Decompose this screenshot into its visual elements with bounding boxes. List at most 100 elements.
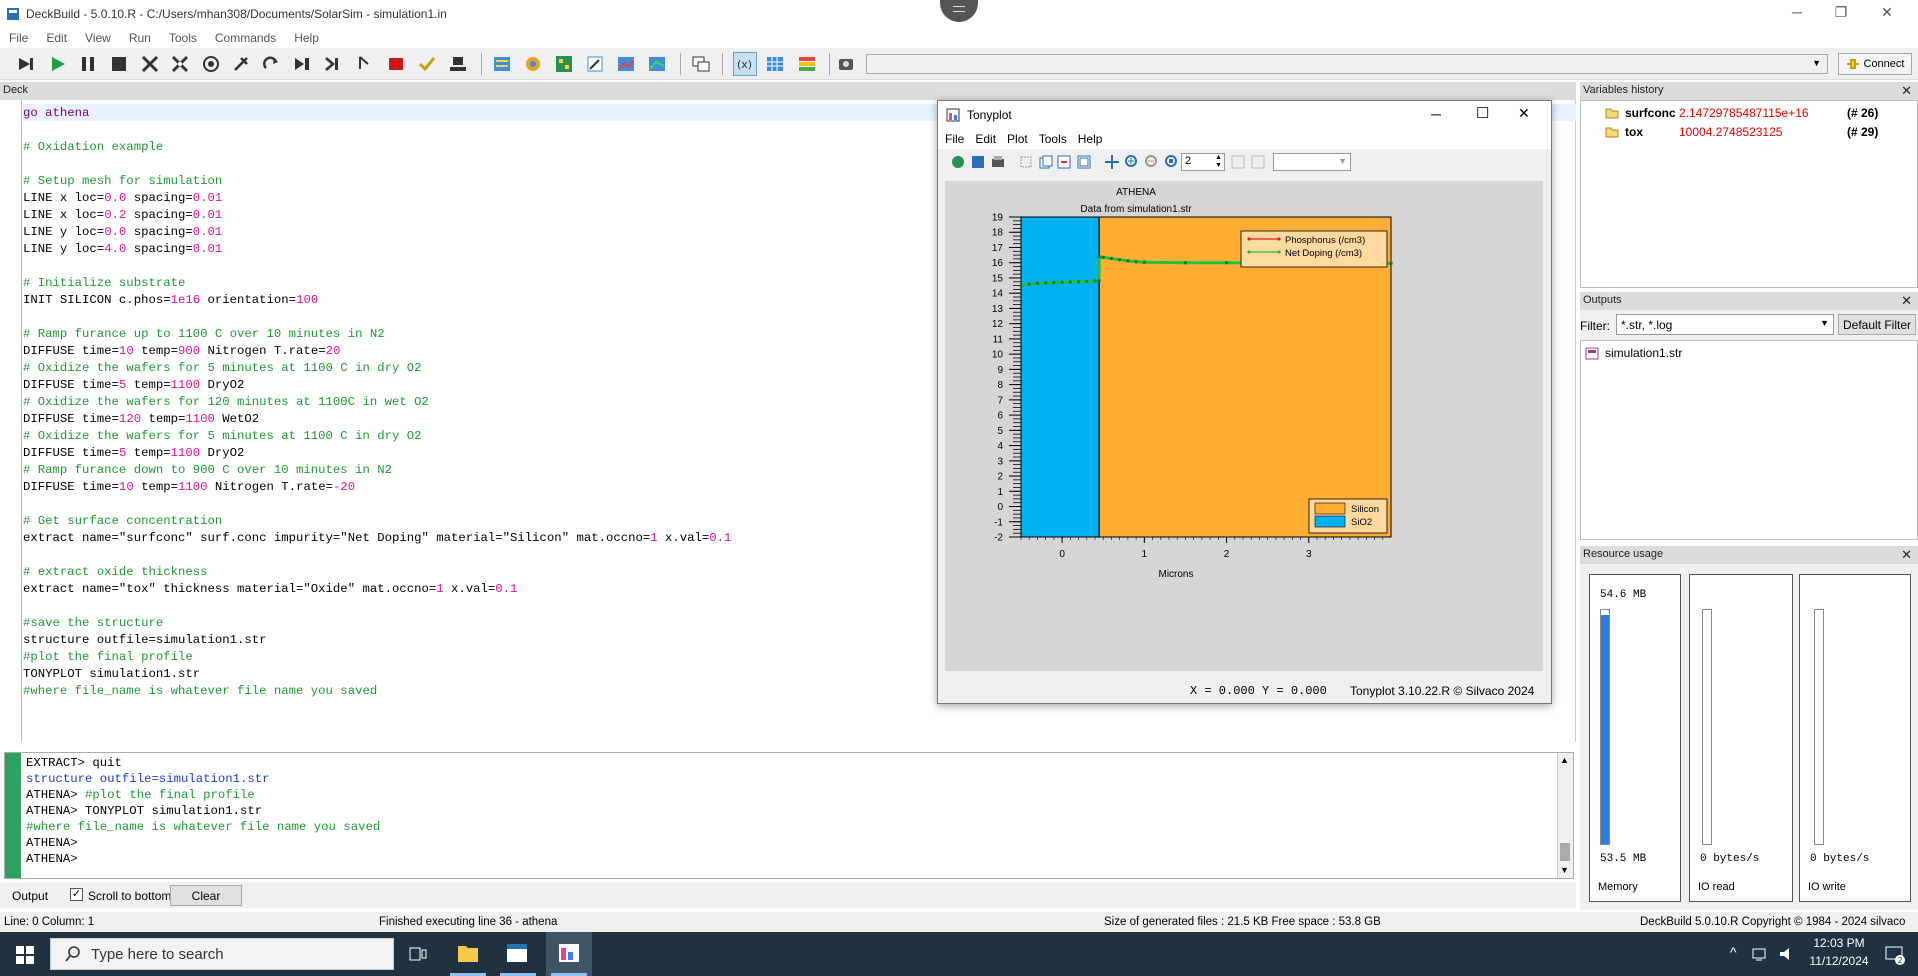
editor-line[interactable]: DIFFUSE time=10 temp=1100 Nitrogen T.rat… xyxy=(23,479,731,496)
volume-icon[interactable] xyxy=(1778,946,1796,962)
output-scrollbar[interactable]: ▲ ▼ xyxy=(1557,753,1573,878)
table-icon[interactable] xyxy=(763,52,787,76)
network-icon[interactable] xyxy=(1752,946,1770,962)
command-combo[interactable]: ▼ xyxy=(866,54,1828,74)
copy-icon[interactable] xyxy=(1038,154,1054,170)
variable-row[interactable]: surfconc 2.14729785487115e+16 (# 26) xyxy=(1605,106,1915,122)
tools-icon[interactable] xyxy=(229,52,253,76)
image-icon[interactable] xyxy=(614,52,638,76)
editor-line[interactable] xyxy=(23,258,731,275)
default-filter-button[interactable]: Default Filter xyxy=(1838,314,1916,335)
power-icon[interactable] xyxy=(199,52,223,76)
scroll-thumb[interactable] xyxy=(1560,843,1570,861)
minimize-icon[interactable]: ─ xyxy=(1431,106,1441,122)
refresh-icon[interactable] xyxy=(1250,154,1266,170)
close-icon[interactable]: ✕ xyxy=(1901,547,1912,563)
camera-icon[interactable] xyxy=(834,52,858,76)
editor-line[interactable]: TONYPLOT simulation1.str xyxy=(23,666,731,683)
editor-line[interactable] xyxy=(23,156,731,173)
cursor-icon[interactable] xyxy=(352,52,376,76)
kill-all-icon[interactable] xyxy=(168,52,192,76)
editor-line[interactable]: extract name="surfconc" surf.conc impuri… xyxy=(23,530,731,547)
import-icon[interactable] xyxy=(970,154,986,170)
editor-line[interactable]: go athena xyxy=(23,105,731,122)
close-icon[interactable]: ✕ xyxy=(1901,83,1912,99)
notification-icon[interactable]: 2 xyxy=(1884,944,1906,966)
file-explorer-icon[interactable] xyxy=(456,942,480,964)
editor-line[interactable]: INIT SILICON c.phos=1e16 orientation=100 xyxy=(23,292,731,309)
editor-line[interactable]: # Oxidize the wafers for 5 minutes at 11… xyxy=(23,428,731,445)
scroll-checkbox[interactable]: ✓ xyxy=(70,888,83,901)
tonyplot-window[interactable]: Tonyplot ─ ☐ ✕ File Edit Plot Tools Help 2 ▲ ▼… xyxy=(937,100,1552,704)
windows-icon[interactable] xyxy=(689,52,713,76)
drag-handle[interactable] xyxy=(940,0,978,22)
scroll-down-icon[interactable]: ▼ xyxy=(1560,865,1569,875)
check-icon[interactable] xyxy=(415,52,439,76)
editor-line[interactable]: # Ramp furance down to 900 C over 10 min… xyxy=(23,462,731,479)
kill-icon[interactable] xyxy=(138,52,162,76)
editor-line[interactable]: # Setup mesh for simulation xyxy=(23,173,731,190)
close-icon[interactable]: ✕ xyxy=(1901,293,1912,309)
variables-icon[interactable]: (x) xyxy=(733,52,757,76)
editor-line[interactable]: # Oxidize the wafers for 5 minutes at 11… xyxy=(23,360,731,377)
grid-icon[interactable] xyxy=(490,52,514,76)
editor-line[interactable]: DIFFUSE time=10 temp=900 Nitrogen T.rate… xyxy=(23,343,731,360)
menu-help[interactable]: Help xyxy=(285,28,328,45)
gear-icon[interactable] xyxy=(521,52,545,76)
print-icon[interactable] xyxy=(990,154,1006,170)
export-icon[interactable] xyxy=(1056,154,1072,170)
menu-view[interactable]: View xyxy=(76,28,120,45)
plot-select[interactable]: ▼ xyxy=(1273,153,1351,171)
line-step-icon[interactable] xyxy=(321,52,345,76)
tile-icon[interactable] xyxy=(1076,154,1092,170)
clock-time[interactable]: 12:03 PM xyxy=(1804,936,1874,950)
editor-line[interactable]: #plot the final profile xyxy=(23,649,731,666)
select-icon[interactable] xyxy=(1018,154,1034,170)
editor-line[interactable]: LINE x loc=0.0 spacing=0.01 xyxy=(23,190,731,207)
chart-grid-icon[interactable] xyxy=(552,52,576,76)
editor-line[interactable]: structure outfile=simulation1.str xyxy=(23,632,731,649)
task-view-icon[interactable] xyxy=(408,944,428,964)
output-pane[interactable]: EXTRACT> quit structure outfile=simulatio… xyxy=(4,752,1574,879)
minimize-icon[interactable]: ─ xyxy=(1782,4,1812,24)
zoom-box-icon[interactable] xyxy=(1164,154,1180,170)
editor-line[interactable]: # Ramp furance up to 1100 C over 10 minu… xyxy=(23,326,731,343)
tp-menu-plot[interactable]: Plot xyxy=(1000,129,1032,146)
close-icon[interactable]: ✕ xyxy=(1518,105,1530,122)
filter-input[interactable]: *.str, *.log ▼ xyxy=(1616,314,1834,335)
editor-line[interactable]: DIFFUSE time=120 temp=1100 WetO2 xyxy=(23,411,731,428)
tp-menu-tools[interactable]: Tools xyxy=(1032,129,1071,146)
editor-line[interactable] xyxy=(23,309,731,326)
scroll-up-icon[interactable]: ▲ xyxy=(1560,755,1569,765)
editor-line[interactable] xyxy=(23,598,731,615)
editor-line[interactable] xyxy=(23,496,731,513)
editor-line[interactable]: LINE x loc=0.2 spacing=0.01 xyxy=(23,207,731,224)
zoom-in-icon[interactable] xyxy=(1124,154,1140,170)
editor-line[interactable] xyxy=(23,547,731,564)
redo-icon[interactable] xyxy=(260,52,284,76)
open-icon[interactable] xyxy=(950,154,966,170)
windows-start-icon[interactable] xyxy=(16,946,34,964)
taskbar-search[interactable]: Type here to search xyxy=(50,938,394,970)
tp-menu-help[interactable]: Help xyxy=(1071,129,1107,146)
menu-tools[interactable]: Tools xyxy=(160,28,206,45)
run-icon[interactable] xyxy=(46,52,70,76)
menu-edit[interactable]: Edit xyxy=(37,28,76,45)
editor-line[interactable]: DIFFUSE time=5 temp=1100 DryO2 xyxy=(23,445,731,462)
editor-line[interactable] xyxy=(23,122,731,139)
clock-date[interactable]: 11/12/2024 xyxy=(1804,954,1874,968)
app-window-icon[interactable] xyxy=(505,942,529,964)
editor-line[interactable]: LINE y loc=4.0 spacing=0.01 xyxy=(23,241,731,258)
restore-icon[interactable]: ❐ xyxy=(1826,4,1856,24)
pause-icon[interactable] xyxy=(76,52,100,76)
editor-line[interactable]: # Initialize substrate xyxy=(23,275,731,292)
editor-line[interactable]: LINE y loc=0.0 spacing=0.01 xyxy=(23,224,731,241)
palette-icon[interactable] xyxy=(795,52,819,76)
chevron-up-icon[interactable]: ^ xyxy=(1730,944,1737,960)
menu-commands[interactable]: Commands xyxy=(206,28,285,45)
menu-file[interactable]: File xyxy=(0,28,37,45)
editor-line[interactable]: # Oxidation example xyxy=(23,139,731,156)
record-stop-icon[interactable] xyxy=(384,52,408,76)
zoom-out-icon[interactable] xyxy=(1144,154,1160,170)
editor-line[interactable]: # Oxidize the wafers for 120 minutes at … xyxy=(23,394,731,411)
